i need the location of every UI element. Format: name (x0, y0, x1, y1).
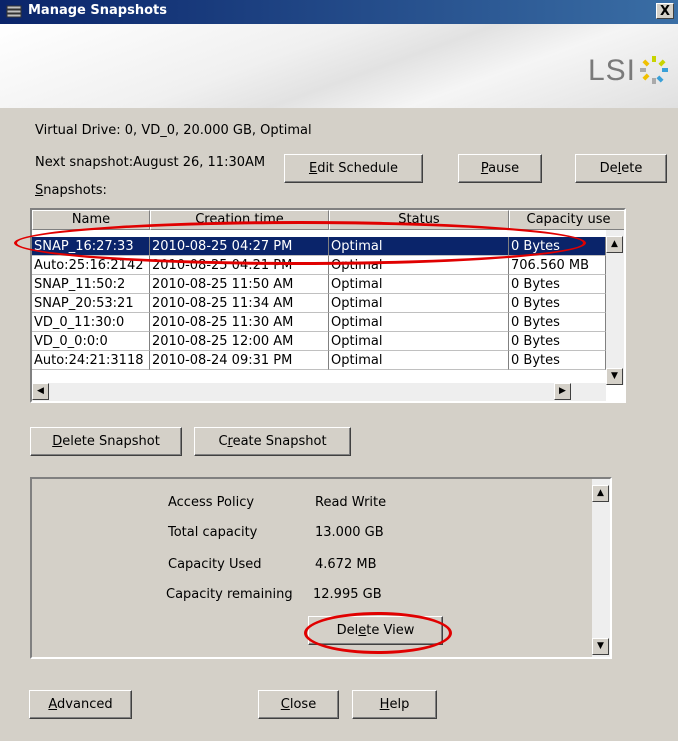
table-row[interactable]: VD_0_0:0:0 2010-08-25 12:00 AM Optimal 0… (32, 332, 606, 351)
cell-status: Optimal (329, 351, 509, 370)
cell-capacity: 0 Bytes (509, 275, 606, 294)
cell-creation-time: 2010-08-25 11:30 AM (150, 313, 329, 332)
window-title: Manage Snapshots (28, 3, 167, 18)
help-button[interactable]: Help (352, 690, 437, 719)
snapshots-table[interactable]: Name Creation time Status Capacity use S… (30, 208, 626, 403)
scroll-right-icon[interactable]: ▶ (554, 383, 571, 400)
snapshot-details-panel: Access Policy Read Write Total capacity … (30, 477, 612, 659)
table-row[interactable]: VD_0_11:30:0 2010-08-25 11:30 AM Optimal… (32, 313, 606, 332)
table-horizontal-scrollbar[interactable]: ◀ ▶ (32, 383, 606, 401)
table-header: Name Creation time Status Capacity use (32, 210, 624, 230)
virtual-drive-info: Virtual Drive: 0, VD_0, 20.000 GB, Optim… (35, 123, 312, 138)
cell-status: Optimal (329, 313, 509, 332)
close-button[interactable]: Close (258, 690, 339, 719)
access-policy-label: Access Policy (168, 495, 255, 510)
total-capacity-value: 13.000 GB (315, 525, 384, 540)
cell-name: Auto:25:16:2142 (32, 256, 150, 275)
cell-creation-time: 2010-08-25 04:21 PM (150, 256, 329, 275)
capacity-remaining-value: 12.995 GB (313, 587, 382, 602)
delete-button[interactable]: Delete (575, 154, 667, 183)
cell-capacity: 0 Bytes (509, 351, 606, 370)
column-header-capacity-used[interactable]: Capacity use (509, 210, 624, 230)
cell-creation-time: 2010-08-25 04:27 PM (150, 237, 329, 256)
cell-name: SNAP_11:50:2 (32, 275, 150, 294)
cell-name: SNAP_16:27:33 (32, 237, 150, 256)
delete-view-button[interactable]: Delete View (308, 616, 443, 645)
title-bar: Manage Snapshots X (0, 0, 678, 24)
access-policy-value: Read Write (315, 495, 387, 510)
cell-capacity: 0 Bytes (509, 332, 606, 351)
lsi-starburst-icon (640, 56, 668, 84)
table-row[interactable]: SNAP_16:27:33 2010-08-25 04:27 PM Optima… (32, 237, 606, 256)
pause-button[interactable]: Pause (458, 154, 542, 183)
cell-status: Optimal (329, 275, 509, 294)
cell-creation-time: 2010-08-25 11:50 AM (150, 275, 329, 294)
table-row[interactable]: Auto:25:16:2142 2010-08-25 04:21 PM Opti… (32, 256, 606, 275)
cell-capacity: 0 Bytes (509, 313, 606, 332)
table-row[interactable]: SNAP_20:53:21 2010-08-25 11:34 AM Optima… (32, 294, 606, 313)
cell-capacity: 0 Bytes (509, 294, 606, 313)
column-header-creation-time[interactable]: Creation time (150, 210, 329, 230)
drive-icon (6, 5, 22, 18)
brand-banner: LSI (0, 24, 678, 108)
lsi-logo: LSI (587, 54, 636, 87)
scroll-left-icon[interactable]: ◀ (32, 383, 49, 400)
table-row[interactable]: SNAP_11:50:2 2010-08-25 11:50 AM Optimal… (32, 275, 606, 294)
table-row[interactable]: Auto:24:21:3118 2010-08-24 09:31 PM Opti… (32, 351, 606, 370)
cell-name: Auto:24:21:3118 (32, 351, 150, 370)
total-capacity-label: Total capacity (168, 525, 258, 540)
cell-name: VD_0_0:0:0 (32, 332, 150, 351)
cell-status: Optimal (329, 294, 509, 313)
capacity-remaining-label: Capacity remaining (166, 587, 293, 602)
next-snapshot-info: Next snapshot:August 26, 11:30AM (35, 155, 266, 170)
cell-capacity: 0 Bytes (509, 237, 606, 256)
capacity-used-label: Capacity Used (168, 557, 262, 572)
table-vertical-scrollbar[interactable]: ▲ ▼ (606, 230, 624, 385)
edit-schedule-button[interactable]: Edit Schedule (284, 154, 423, 183)
snapshots-label: Snapshots: (35, 183, 107, 198)
cell-status: Optimal (329, 332, 509, 351)
scroll-up-icon[interactable]: ▲ (606, 236, 623, 253)
cell-creation-time: 2010-08-25 12:00 AM (150, 332, 329, 351)
scroll-down-icon[interactable]: ▼ (592, 638, 609, 655)
cell-name: VD_0_11:30:0 (32, 313, 150, 332)
details-vertical-scrollbar[interactable]: ▲ ▼ (592, 479, 610, 657)
scroll-up-icon[interactable]: ▲ (592, 485, 609, 502)
cell-creation-time: 2010-08-24 09:31 PM (150, 351, 329, 370)
create-snapshot-button[interactable]: Create Snapshot (194, 427, 351, 456)
scroll-down-icon[interactable]: ▼ (606, 368, 623, 385)
cell-status: Optimal (329, 256, 509, 275)
delete-snapshot-button[interactable]: Delete Snapshot (30, 427, 182, 456)
cell-creation-time: 2010-08-25 11:34 AM (150, 294, 329, 313)
column-header-name[interactable]: Name (32, 210, 150, 230)
close-window-button[interactable]: X (656, 3, 674, 19)
capacity-used-value: 4.672 MB (315, 557, 377, 572)
column-header-status[interactable]: Status (329, 210, 509, 230)
cell-capacity: 706.560 MB (509, 256, 606, 275)
cell-status: Optimal (329, 237, 509, 256)
cell-name: SNAP_20:53:21 (32, 294, 150, 313)
advanced-button[interactable]: Advanced (29, 690, 132, 719)
